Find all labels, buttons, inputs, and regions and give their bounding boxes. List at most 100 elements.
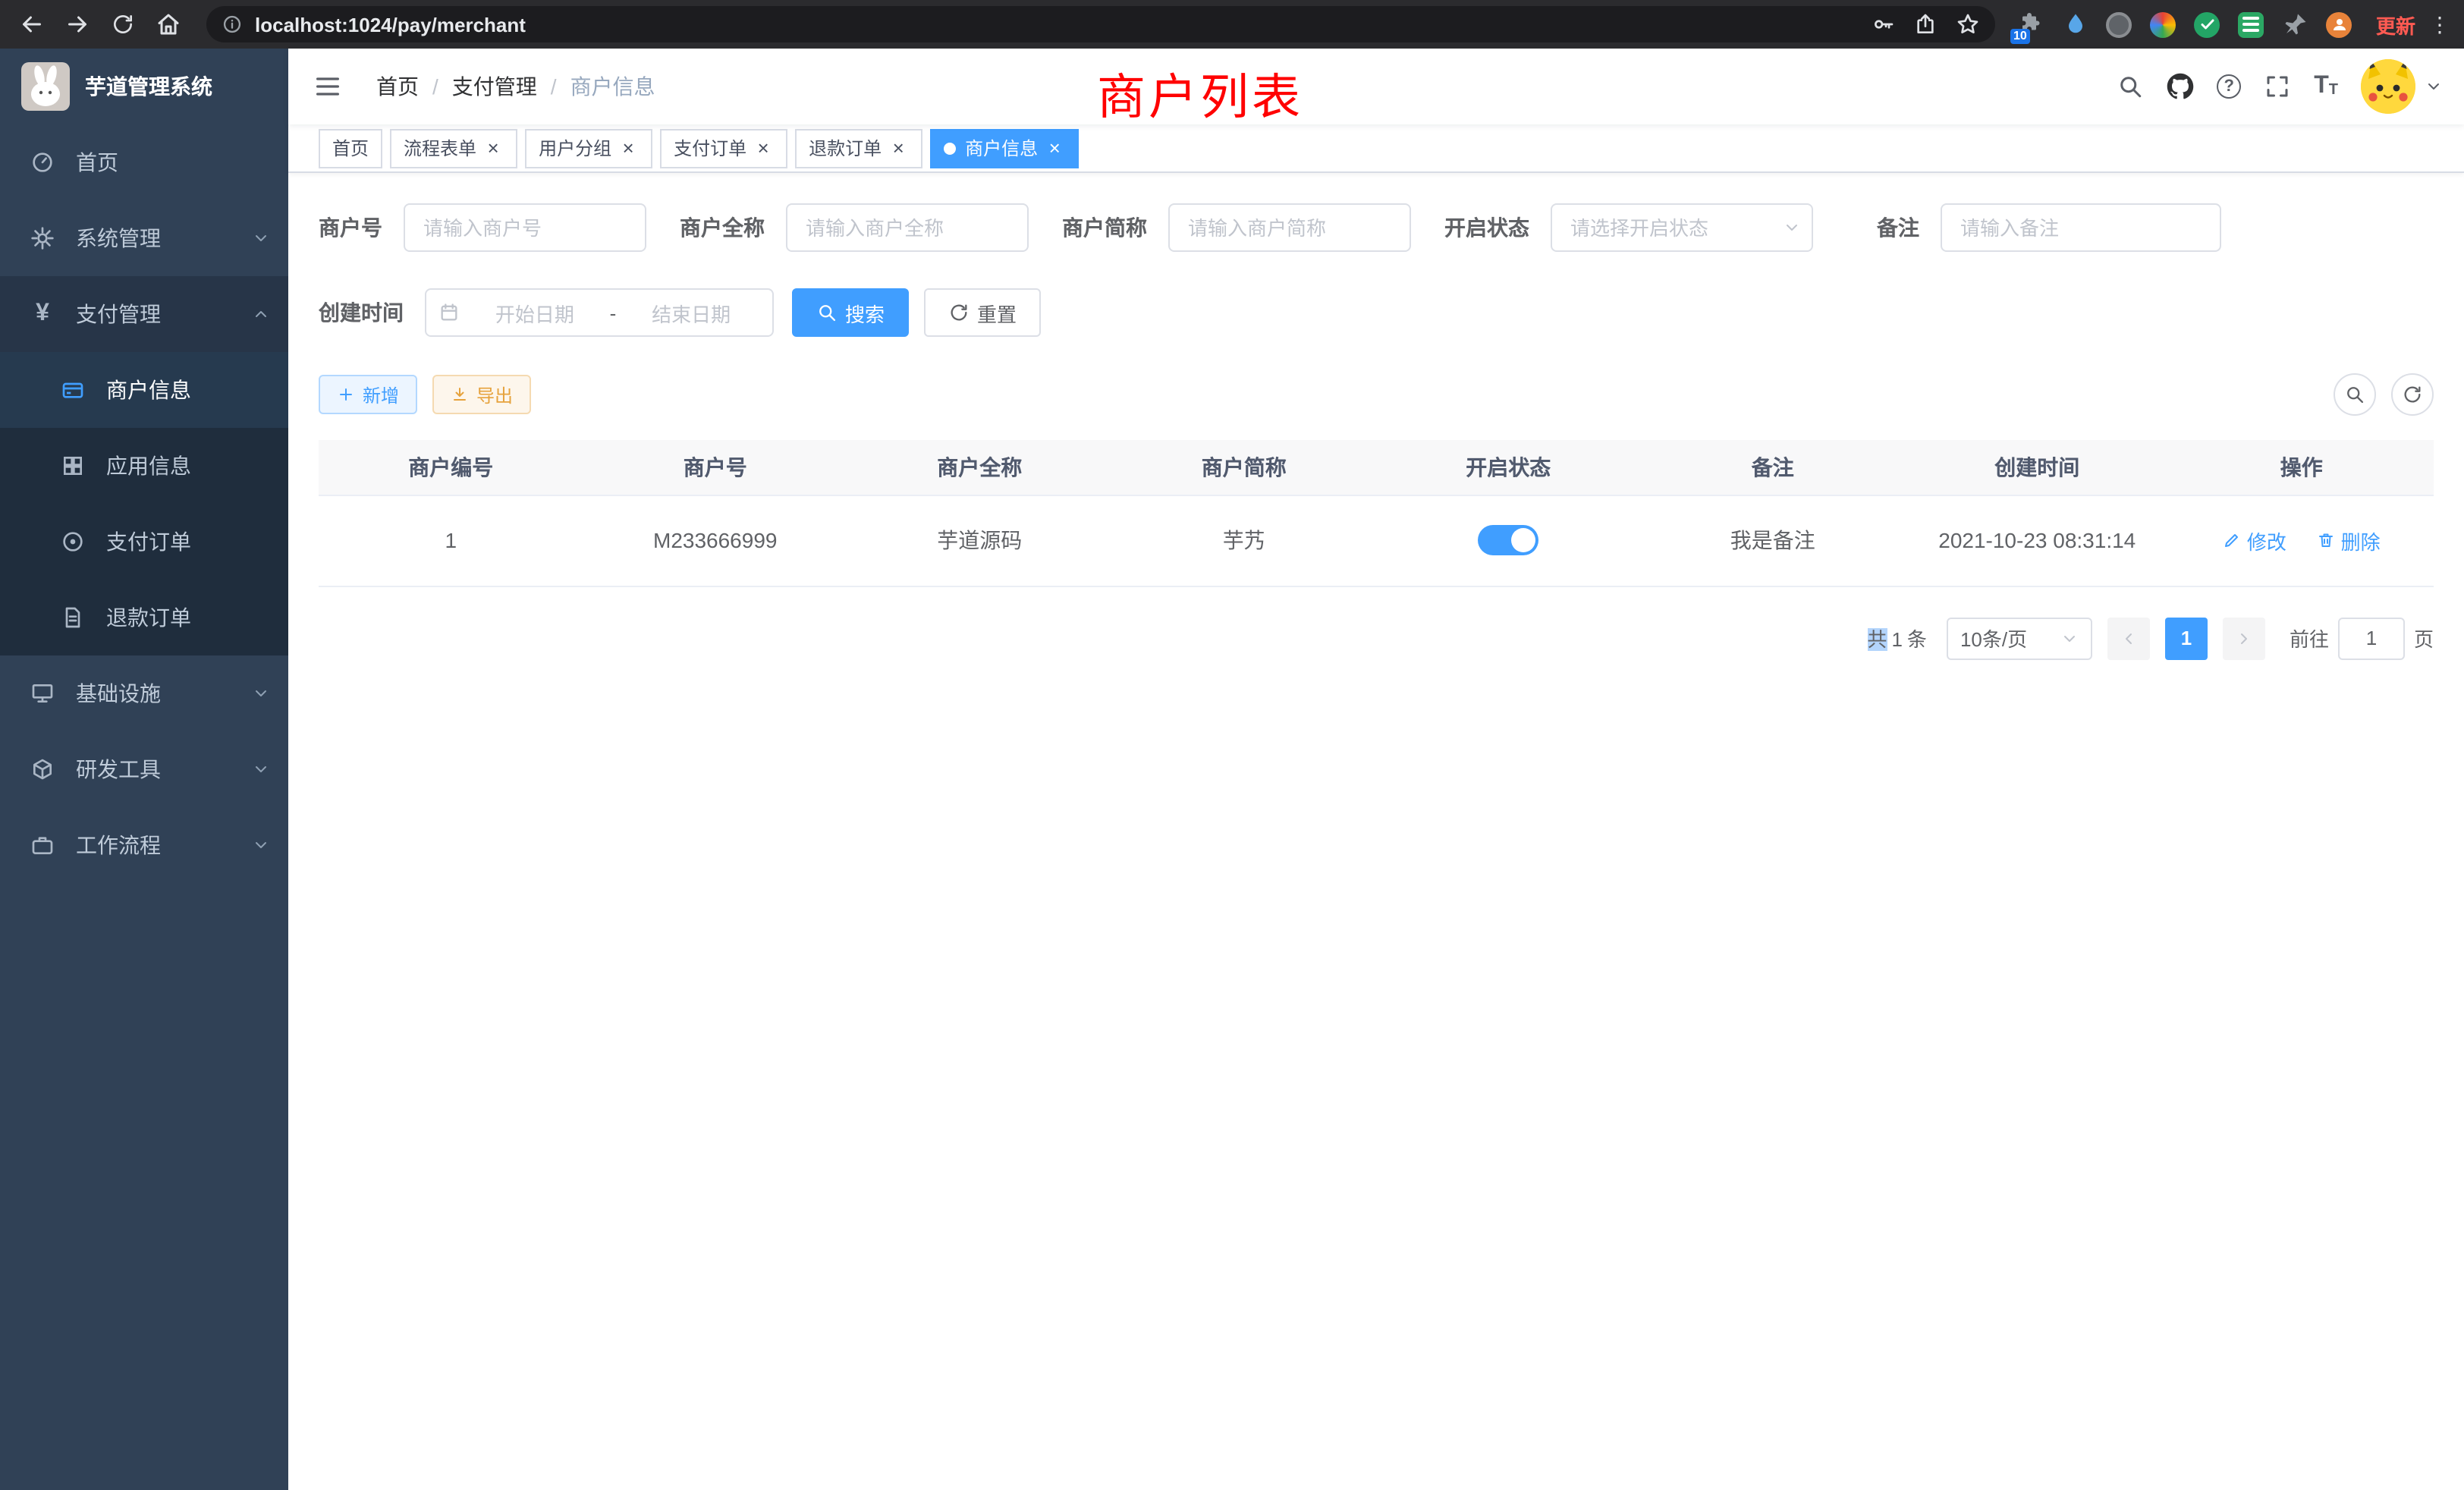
app-logo[interactable]: 芋道管理系统 [0,49,288,124]
col-merchant-id: 商户编号 [319,440,583,495]
sidebar-item-merchant-info[interactable]: 商户信息 [0,352,288,428]
password-key-icon[interactable] [1871,12,1895,36]
col-merchant-no: 商户号 [583,440,848,495]
box-icon [30,757,55,781]
page-annotation: 商户列表 [1097,59,1303,129]
breadcrumb-payment[interactable]: 支付管理 [452,71,537,102]
full-name-input[interactable] [786,203,1029,252]
chevron-down-icon [2060,629,2079,647]
green-circle-extension-icon[interactable] [2192,9,2223,39]
payment-submenu: 商户信息 应用信息 支付订单 退款订单 [0,352,288,655]
sidebar-item-pay-order[interactable]: 支付订单 [0,504,288,580]
browser-menu-kebab-icon[interactable]: ⋮ [2428,11,2452,37]
briefcase-icon [30,833,55,857]
tab-refund-order[interactable]: 退款订单× [795,128,922,168]
tab-process-form[interactable]: 流程表单× [390,128,517,168]
start-date-placeholder[interactable]: 开始日期 [466,298,604,327]
prev-page-button[interactable] [2107,617,2150,659]
sidebar-item-workflow[interactable]: 工作流程 [0,807,288,883]
share-icon[interactable] [1913,12,1938,36]
tab-home[interactable]: 首页 [319,128,382,168]
sidebar-item-payment[interactable]: ¥ 支付管理 [0,276,288,352]
search-button[interactable]: 搜索 [792,288,909,337]
sidebar-item-dev-tools[interactable]: 研发工具 [0,731,288,807]
cell-create-time: 2021-10-23 08:31:14 [1905,495,2170,586]
end-date-placeholder[interactable]: 结束日期 [622,298,760,327]
chevron-down-icon [252,229,270,247]
sidebar-item-home[interactable]: 首页 [0,124,288,200]
refresh-table-button[interactable] [2391,373,2434,416]
top-navbar: 首页 / 支付管理 / 商户信息 商户列表 ? TT [288,49,2464,124]
tags-view-bar: 首页 流程表单× 用户分组× 支付订单× 退款订单× 商户信息× [288,124,2464,173]
col-short-name: 商户简称 [1112,440,1377,495]
browser-back-button[interactable] [12,5,52,44]
hamburger-icon[interactable] [288,71,367,102]
table-header-row: 商户编号 商户号 商户全称 商户简称 开启状态 备注 创建时间 操作 [319,440,2434,495]
create-time-range-picker[interactable]: 开始日期 - 结束日期 [425,288,774,337]
close-icon[interactable]: × [888,137,909,159]
browser-update-button[interactable]: 更新 [2376,10,2415,39]
logo-image [21,62,70,111]
goto-label: 前往 [2290,624,2329,652]
next-page-button[interactable] [2223,617,2265,659]
help-icon[interactable]: ? [2217,74,2241,99]
toggle-search-button[interactable] [2334,373,2376,416]
font-size-icon[interactable]: TT [2314,74,2338,99]
sidebar-item-app-info[interactable]: 应用信息 [0,428,288,504]
sidebar-item-system[interactable]: 系统管理 [0,200,288,276]
user-avatar-menu[interactable] [2361,59,2443,114]
browser-home-button[interactable] [149,5,188,44]
delete-link[interactable]: 删除 [2317,526,2381,555]
app-title: 芋道管理系统 [85,71,212,102]
colorful-circle-extension-icon[interactable] [2148,9,2179,39]
add-button[interactable]: 新增 [319,375,417,414]
chevron-down-icon [252,684,270,703]
bookmark-star-icon[interactable] [1956,12,1980,36]
merchant-status-toggle[interactable] [1478,525,1538,555]
goto-page-input[interactable] [2338,617,2405,659]
github-icon[interactable] [2167,73,2194,100]
chevron-down-icon [252,836,270,854]
page-size-select[interactable]: 10条/页 [1947,617,2092,659]
create-time-label: 创建时间 [319,297,404,328]
site-info-icon[interactable] [222,14,243,35]
close-icon[interactable]: × [753,137,774,159]
grid-icon [61,454,85,478]
drop-extension-icon[interactable] [2060,9,2091,39]
remark-input[interactable] [1941,203,2221,252]
export-button[interactable]: 导出 [432,375,531,414]
close-icon[interactable]: × [482,137,504,159]
full-name-label: 商户全称 [680,212,765,243]
browser-forward-button[interactable] [58,5,97,44]
chevron-up-icon [252,305,270,323]
fullscreen-icon[interactable] [2264,73,2291,100]
sidebar-item-infrastructure[interactable]: 基础设施 [0,655,288,731]
short-name-input[interactable] [1168,203,1411,252]
tab-merchant-info[interactable]: 商户信息× [930,128,1079,168]
pin-extension-icon[interactable] [2280,9,2311,39]
tab-user-group[interactable]: 用户分组× [525,128,652,168]
browser-reload-button[interactable] [103,5,143,44]
page-number-button[interactable]: 1 [2165,617,2208,659]
breadcrumb-home[interactable]: 首页 [376,71,419,102]
extensions-puzzle-icon[interactable]: 10 [2016,9,2047,39]
pagination: 共1条 10条/页 1 前往 页 [319,617,2434,659]
close-icon[interactable]: × [1044,137,1065,159]
close-icon[interactable]: × [618,137,639,159]
reset-button[interactable]: 重置 [924,288,1041,337]
edit-link[interactable]: 修改 [2223,526,2286,555]
search-icon[interactable] [2117,73,2144,100]
gray-circle-extension-icon[interactable] [2104,9,2135,39]
url-bar[interactable]: localhost:1024/pay/merchant [206,6,1995,42]
status-label: 开启状态 [1444,212,1529,243]
tab-pay-order[interactable]: 支付订单× [660,128,787,168]
cell-full-name: 芋道源码 [847,495,1112,586]
browser-extensions: 10 [2007,9,2364,39]
sidebar-item-refund-order[interactable]: 退款订单 [0,580,288,655]
active-dot [944,142,956,154]
status-select[interactable] [1551,203,1813,252]
merchant-no-input[interactable] [404,203,646,252]
orange-avatar-extension-icon[interactable] [2324,9,2355,39]
green-square-extension-icon[interactable] [2236,9,2267,39]
cell-merchant-no: M233666999 [583,495,848,586]
